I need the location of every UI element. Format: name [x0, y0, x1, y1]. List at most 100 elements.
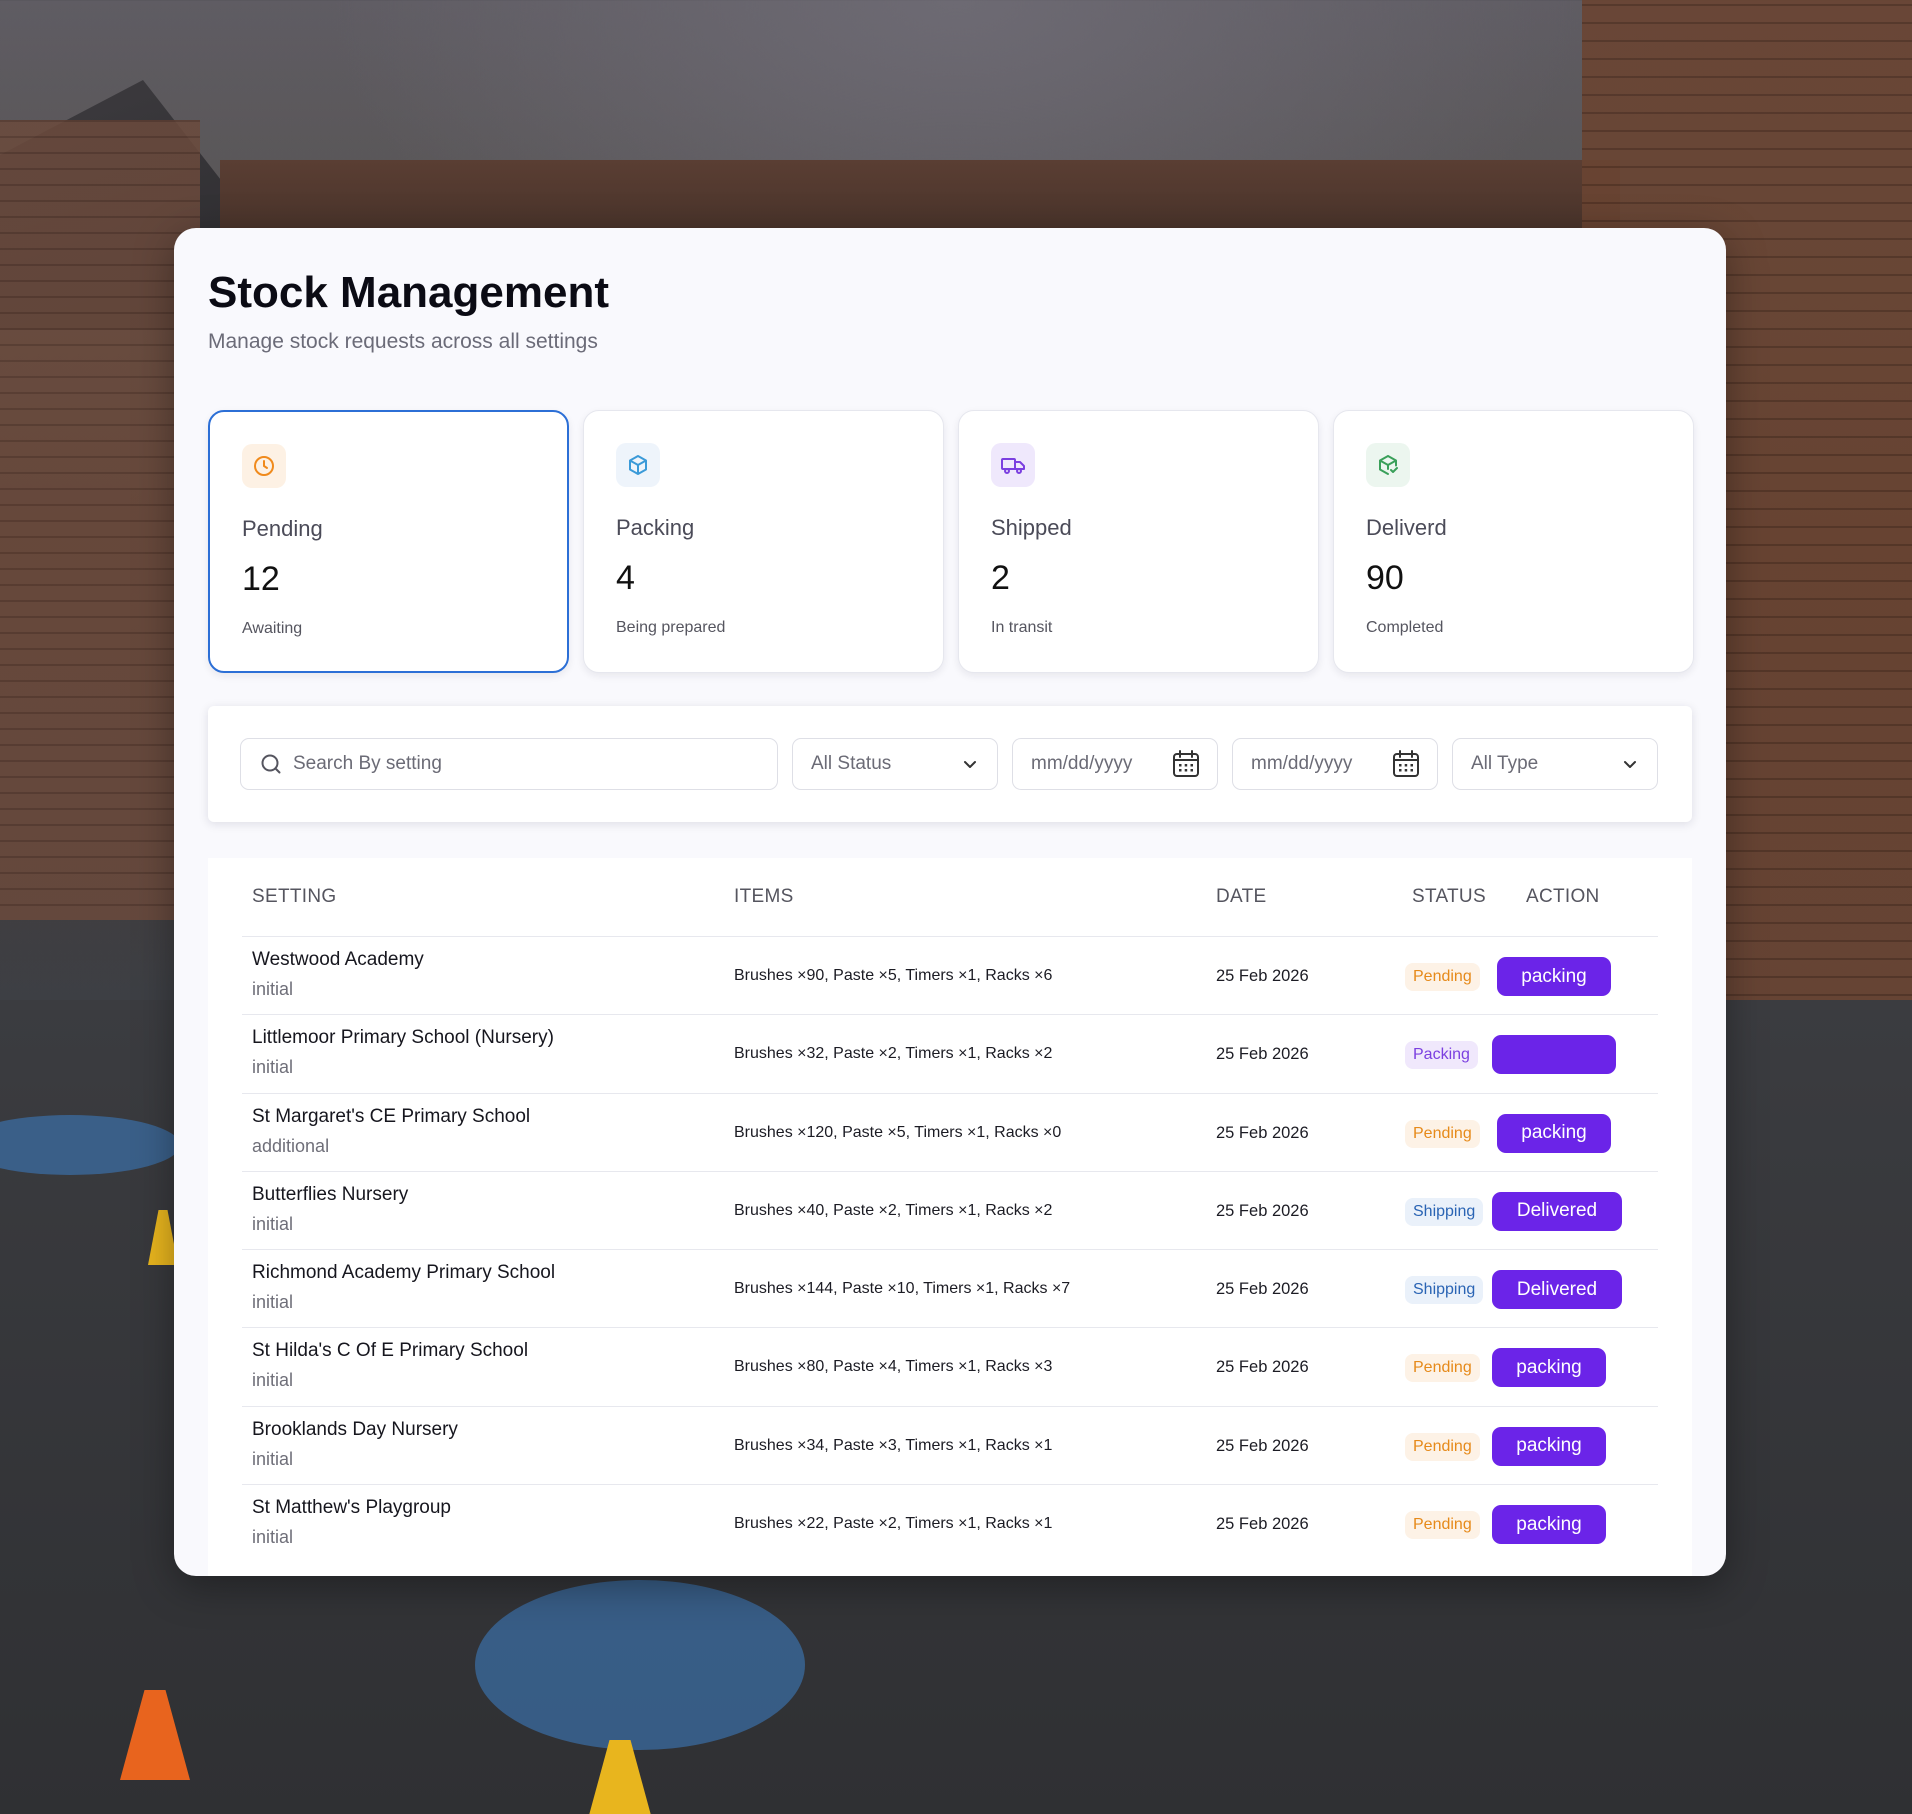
table-row[interactable]: Westwood Academy initial Brushes ×90, Pa…	[242, 936, 1658, 1014]
packing-button[interactable]: packing	[1492, 1426, 1606, 1466]
filter-bar: All Status All Type	[208, 706, 1692, 822]
table-header: SETTING ITEMS DATE STATUS ACTION	[208, 858, 1692, 936]
items-list: Brushes ×90, Paste ×5, Timers ×1, Racks …	[734, 967, 1053, 984]
column-header-status[interactable]: STATUS	[1412, 886, 1486, 908]
request-type: initial	[252, 1448, 294, 1469]
chevron-down-icon	[1621, 755, 1639, 773]
background-brick-wall-left	[0, 120, 200, 920]
delivered-button[interactable]: Delivered	[1492, 1270, 1622, 1310]
box-icon	[616, 443, 660, 487]
card-packing[interactable]: Packing 4 Being prepared	[583, 410, 944, 673]
stock-management-panel: Stock Management Manage stock requests a…	[174, 228, 1726, 1576]
setting-name: St Matthew's Playgroup	[252, 1497, 451, 1519]
setting-name: Littlemoor Primary School (Nursery)	[252, 1027, 554, 1049]
page-title: Stock Management	[208, 268, 609, 317]
request-date: 25 Feb 2026	[1216, 967, 1309, 985]
items-list: Brushes ×120, Paste ×5, Timers ×1, Racks…	[734, 1123, 1062, 1141]
request-date: 25 Feb 2026	[1216, 1123, 1309, 1142]
background-disc	[475, 1580, 805, 1750]
table-row[interactable]: St Margaret's CE Primary School addition…	[242, 1092, 1658, 1171]
card-label: Deliverd	[1366, 515, 1447, 540]
request-date: 25 Feb 2026	[1216, 1515, 1309, 1534]
setting-name: Richmond Academy Primary School	[252, 1262, 556, 1284]
date-from-field[interactable]	[1012, 738, 1218, 790]
request-date: 25 Feb 2026	[1216, 1358, 1309, 1377]
table-row[interactable]: Richmond Academy Primary School initial …	[242, 1249, 1658, 1327]
status-badge: Pending	[1405, 963, 1480, 991]
card-label: Packing	[616, 515, 695, 540]
column-header-action: ACTION	[1526, 886, 1600, 907]
setting-name: Butterflies Nursery	[252, 1183, 409, 1205]
table-row[interactable]: Littlemoor Primary School (Nursery) init…	[242, 1014, 1658, 1092]
request-type: initial	[252, 1370, 294, 1391]
column-header-items[interactable]: ITEMS	[734, 886, 794, 908]
table-row[interactable]: St Hilda's C Of E Primary School initial…	[242, 1327, 1658, 1405]
delivered-button[interactable]: Delivered	[1492, 1191, 1622, 1231]
setting-name: St Margaret's CE Primary School	[252, 1105, 531, 1127]
request-type: initial	[252, 1213, 294, 1234]
request-type: additional	[252, 1135, 330, 1156]
date-to-input[interactable]	[1251, 753, 1381, 775]
page-subtitle: Manage stock requests across all setting…	[208, 330, 598, 353]
items-list: Brushes ×40, Paste ×2, Timers ×1, Racks …	[734, 1201, 1053, 1219]
status-select[interactable]: All Status	[792, 738, 998, 790]
date-to-field[interactable]	[1232, 738, 1438, 790]
background-rooftops	[220, 160, 1620, 230]
card-label: Shipped	[991, 515, 1072, 540]
column-header-setting[interactable]: SETTING	[252, 886, 336, 908]
table-row[interactable]: Brooklands Day Nursery initial Brushes ×…	[242, 1405, 1658, 1484]
status-badge: Pending	[1405, 1354, 1480, 1383]
type-select[interactable]: All Type	[1452, 738, 1658, 790]
request-date: 25 Feb 2026	[1216, 1280, 1309, 1299]
items-list: Brushes ×80, Paste ×4, Timers ×1, Racks …	[734, 1358, 1053, 1376]
packing-button[interactable]: packing	[1492, 1348, 1606, 1388]
chevron-down-icon	[961, 755, 979, 773]
ship-button[interactable]	[1492, 1035, 1616, 1075]
card-note: Being prepared	[616, 619, 726, 636]
card-label: Pending	[242, 516, 323, 541]
request-type: initial	[252, 1527, 294, 1548]
calendar-icon[interactable]	[1391, 749, 1421, 779]
truck-icon	[991, 443, 1035, 487]
card-value: 2	[991, 559, 1010, 597]
setting-name: Westwood Academy	[252, 949, 424, 970]
search-icon	[259, 752, 283, 776]
clock-icon	[242, 444, 286, 488]
card-shipped[interactable]: Shipped 2 In transit	[958, 410, 1319, 673]
packing-button[interactable]: packing	[1497, 1113, 1611, 1153]
table-row[interactable]: St Matthew's Playgroup initial Brushes ×…	[242, 1484, 1658, 1562]
items-list: Brushes ×32, Paste ×2, Timers ×1, Racks …	[734, 1045, 1053, 1063]
packing-button[interactable]: packing	[1492, 1505, 1606, 1545]
type-select-value: All Type	[1471, 753, 1539, 774]
request-date: 25 Feb 2026	[1216, 1436, 1309, 1455]
requests-table: SETTING ITEMS DATE STATUS ACTION Westwoo…	[208, 858, 1692, 1576]
items-list: Brushes ×144, Paste ×10, Timers ×1, Rack…	[734, 1280, 1071, 1298]
card-pending[interactable]: Pending 12 Awaiting	[208, 410, 569, 673]
table-body: Westwood Academy initial Brushes ×90, Pa…	[242, 936, 1658, 1562]
search-input[interactable]	[293, 753, 777, 775]
summary-cards: Pending 12 Awaiting Packing 4 Being prep…	[208, 410, 1694, 673]
request-type: initial	[252, 1292, 294, 1313]
items-list: Brushes ×22, Paste ×2, Timers ×1, Racks …	[734, 1515, 1053, 1533]
request-date: 25 Feb 2026	[1216, 1201, 1309, 1220]
setting-name: St Hilda's C Of E Primary School	[252, 1340, 529, 1362]
calendar-icon[interactable]	[1171, 749, 1201, 779]
table-row[interactable]: Butterflies Nursery initial Brushes ×40,…	[242, 1170, 1658, 1249]
package-check-icon	[1366, 443, 1410, 487]
card-delivered[interactable]: Deliverd 90 Completed	[1333, 410, 1694, 673]
packing-button[interactable]: packing	[1497, 957, 1611, 996]
card-note: Completed	[1366, 619, 1444, 636]
status-badge: Shipping	[1405, 1197, 1484, 1226]
date-from-input[interactable]	[1031, 753, 1161, 775]
search-field[interactable]	[240, 738, 778, 790]
card-value: 90	[1366, 559, 1404, 597]
card-value: 12	[242, 560, 280, 598]
column-header-date[interactable]: DATE	[1216, 886, 1266, 908]
status-badge: Shipping	[1405, 1276, 1484, 1305]
status-select-value: All Status	[811, 753, 892, 774]
status-badge: Pending	[1405, 1511, 1480, 1540]
request-type: initial	[252, 979, 294, 999]
request-type: initial	[252, 1057, 294, 1078]
status-badge: Pending	[1405, 1119, 1480, 1148]
card-value: 4	[616, 559, 635, 597]
